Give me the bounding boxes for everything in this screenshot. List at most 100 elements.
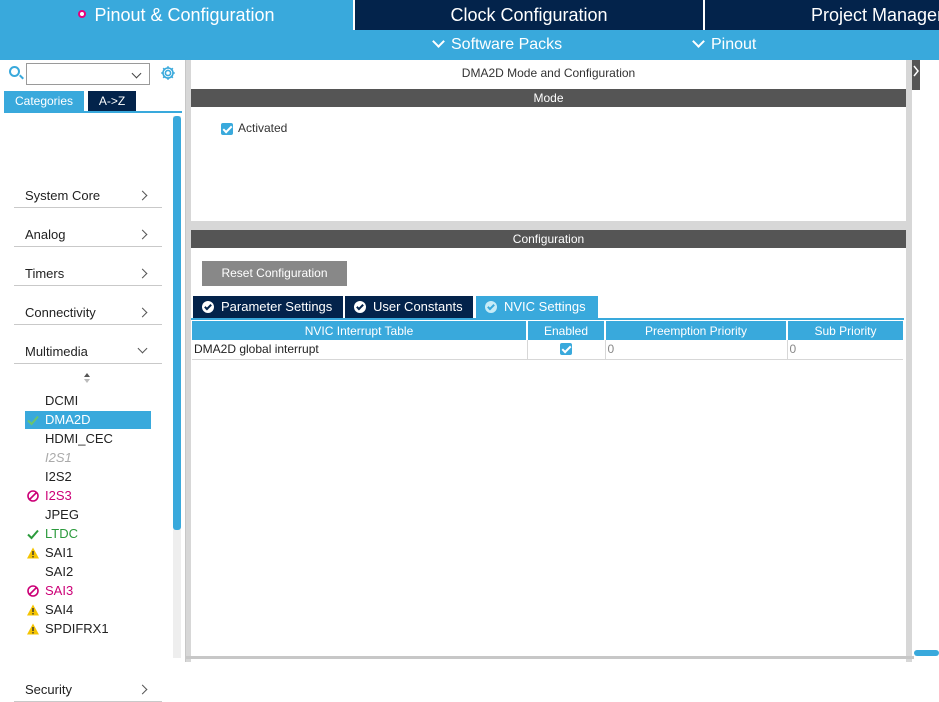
tab-nvic-settings[interactable]: NVIC Settings bbox=[476, 296, 598, 318]
category-multimedia[interactable]: Multimedia bbox=[14, 342, 162, 364]
tab-a-z[interactable]: A->Z bbox=[88, 91, 136, 111]
bottom-scrollbar[interactable] bbox=[186, 656, 914, 659]
peripheral-label: LTDC bbox=[45, 526, 78, 541]
tab-user-constants[interactable]: User Constants bbox=[345, 296, 473, 318]
chevron-right-icon bbox=[137, 684, 148, 695]
tab-label: User Constants bbox=[373, 299, 463, 314]
peripheral-ltdc[interactable]: LTDC bbox=[25, 525, 151, 543]
configuration-header: Configuration bbox=[191, 230, 906, 248]
sub-menu-bar: Software Packs Pinout bbox=[0, 30, 939, 60]
left-panel: Categories A->Z System Core Analog Timer… bbox=[0, 60, 186, 702]
table-row: DMA2D global interrupt 0 0 bbox=[192, 340, 903, 360]
blocked-icon bbox=[27, 490, 39, 502]
category-system-core[interactable]: System Core bbox=[14, 186, 162, 208]
column-header-nvic[interactable]: NVIC Interrupt Table bbox=[192, 321, 528, 340]
peripheral-label: SAI1 bbox=[45, 545, 74, 560]
category-label: Security bbox=[25, 682, 72, 697]
chevron-down-icon bbox=[137, 343, 148, 354]
check-circle-icon bbox=[202, 301, 214, 313]
tab-pinout-configuration[interactable]: Pinout & Configuration bbox=[0, 0, 353, 30]
peripheral-i2s2[interactable]: I2S2 bbox=[25, 468, 151, 486]
tab-categories[interactable]: Categories bbox=[4, 91, 84, 111]
table-header-row: NVIC Interrupt Table Enabled Preemption … bbox=[192, 321, 903, 340]
tab-pinout-label: Pinout & Configuration bbox=[94, 5, 275, 25]
reset-configuration-button[interactable]: Reset Configuration bbox=[202, 261, 347, 286]
pinout-menu[interactable]: Pinout bbox=[692, 30, 757, 60]
column-header-preemption[interactable]: Preemption Priority bbox=[605, 321, 788, 340]
tab-clock-label: Clock Configuration bbox=[450, 5, 608, 25]
blocked-icon bbox=[27, 585, 39, 597]
interrupt-name: DMA2D global interrupt bbox=[192, 340, 528, 360]
pinout-menu-label: Pinout bbox=[711, 36, 757, 53]
top-tab-bar: Pinout & Configuration Clock Configurati… bbox=[0, 0, 939, 30]
right-side-panel bbox=[912, 60, 939, 662]
category-label: Multimedia bbox=[25, 344, 88, 359]
preemption-priority-cell[interactable]: 0 bbox=[605, 340, 788, 360]
peripheral-sai4[interactable]: SAI4 bbox=[25, 601, 151, 619]
category-timers[interactable]: Timers bbox=[14, 264, 162, 286]
peripheral-i2s1[interactable]: I2S1 bbox=[25, 449, 151, 467]
peripheral-dcmi[interactable]: DCMI bbox=[25, 392, 151, 410]
peripheral-label: I2S2 bbox=[45, 469, 72, 484]
chevron-right-icon bbox=[137, 190, 148, 201]
category-label: Analog bbox=[25, 227, 66, 242]
category-list: System Core Analog Timers Connectivity M… bbox=[0, 113, 172, 702]
peripheral-label: SAI3 bbox=[45, 583, 74, 598]
category-security[interactable]: Security bbox=[14, 680, 162, 702]
check-icon bbox=[27, 529, 39, 540]
enabled-checkbox[interactable] bbox=[559, 343, 572, 355]
tab-parameter-settings[interactable]: Parameter Settings bbox=[193, 296, 343, 318]
sort-arrows-icon[interactable] bbox=[83, 372, 91, 384]
chevron-down-icon bbox=[692, 35, 705, 48]
tab-underline bbox=[191, 318, 904, 320]
peripheral-spdifrx1[interactable]: SPDIFRX1 bbox=[25, 620, 151, 638]
peripheral-label: DMA2D bbox=[45, 412, 91, 427]
activated-checkbox[interactable] bbox=[221, 123, 233, 135]
tab-label: Parameter Settings bbox=[221, 299, 333, 314]
warning-icon bbox=[27, 623, 39, 635]
warning-icon bbox=[27, 604, 39, 616]
warning-icon bbox=[27, 547, 39, 559]
peripheral-i2s3[interactable]: I2S3 bbox=[25, 487, 151, 505]
check-circle-icon bbox=[354, 301, 366, 313]
category-connectivity[interactable]: Connectivity bbox=[14, 303, 162, 325]
activated-label: Activated bbox=[238, 121, 288, 135]
main-area: DMA2D Mode and Configuration Mode Activa… bbox=[186, 60, 939, 662]
left-scrollbar-thumb[interactable] bbox=[173, 116, 181, 530]
software-packs-label: Software Packs bbox=[451, 36, 563, 53]
peripheral-sai2[interactable]: SAI2 bbox=[25, 563, 151, 581]
sub-priority-cell[interactable]: 0 bbox=[787, 340, 903, 360]
chevron-right-icon bbox=[137, 268, 148, 279]
peripheral-sai3[interactable]: SAI3 bbox=[25, 582, 151, 600]
peripheral-sai1[interactable]: SAI1 bbox=[25, 544, 151, 562]
nvic-interrupt-table: NVIC Interrupt Table Enabled Preemption … bbox=[192, 321, 903, 360]
enabled-cell bbox=[527, 340, 606, 360]
peripheral-hdmi-cec[interactable]: HDMI_CEC bbox=[25, 430, 151, 448]
peripheral-jpeg[interactable]: JPEG bbox=[25, 506, 151, 524]
peripheral-label: I2S3 bbox=[45, 488, 72, 503]
peripheral-label: I2S1 bbox=[45, 450, 72, 465]
column-header-enabled[interactable]: Enabled bbox=[527, 321, 606, 340]
category-analog[interactable]: Analog bbox=[14, 225, 162, 247]
peripheral-dma2d[interactable]: DMA2D bbox=[25, 411, 151, 429]
collapse-arrow-icon[interactable] bbox=[912, 60, 920, 90]
gear-icon[interactable] bbox=[160, 65, 176, 81]
peripheral-label: HDMI_CEC bbox=[45, 431, 113, 446]
category-label: System Core bbox=[25, 188, 101, 203]
peripheral-label: DCMI bbox=[45, 393, 79, 408]
check-icon bbox=[27, 415, 39, 426]
chevron-right-icon bbox=[137, 307, 148, 318]
software-packs-menu[interactable]: Software Packs bbox=[432, 30, 563, 60]
right-scrollbar-thumb[interactable] bbox=[914, 650, 939, 656]
check-circle-icon bbox=[485, 301, 497, 313]
category-label: Connectivity bbox=[25, 305, 96, 320]
page-title: DMA2D Mode and Configuration bbox=[461, 66, 636, 80]
left-scrollbar[interactable] bbox=[173, 116, 181, 658]
peripheral-label: SAI2 bbox=[45, 564, 74, 579]
column-header-sub-priority[interactable]: Sub Priority bbox=[787, 321, 903, 340]
peripheral-label: SAI4 bbox=[45, 602, 74, 617]
mode-header: Mode bbox=[191, 89, 906, 107]
tab-clock-configuration[interactable]: Clock Configuration bbox=[355, 0, 703, 30]
tab-project-manager[interactable]: Project Manager bbox=[705, 0, 939, 30]
tab-label: NVIC Settings bbox=[504, 299, 586, 314]
